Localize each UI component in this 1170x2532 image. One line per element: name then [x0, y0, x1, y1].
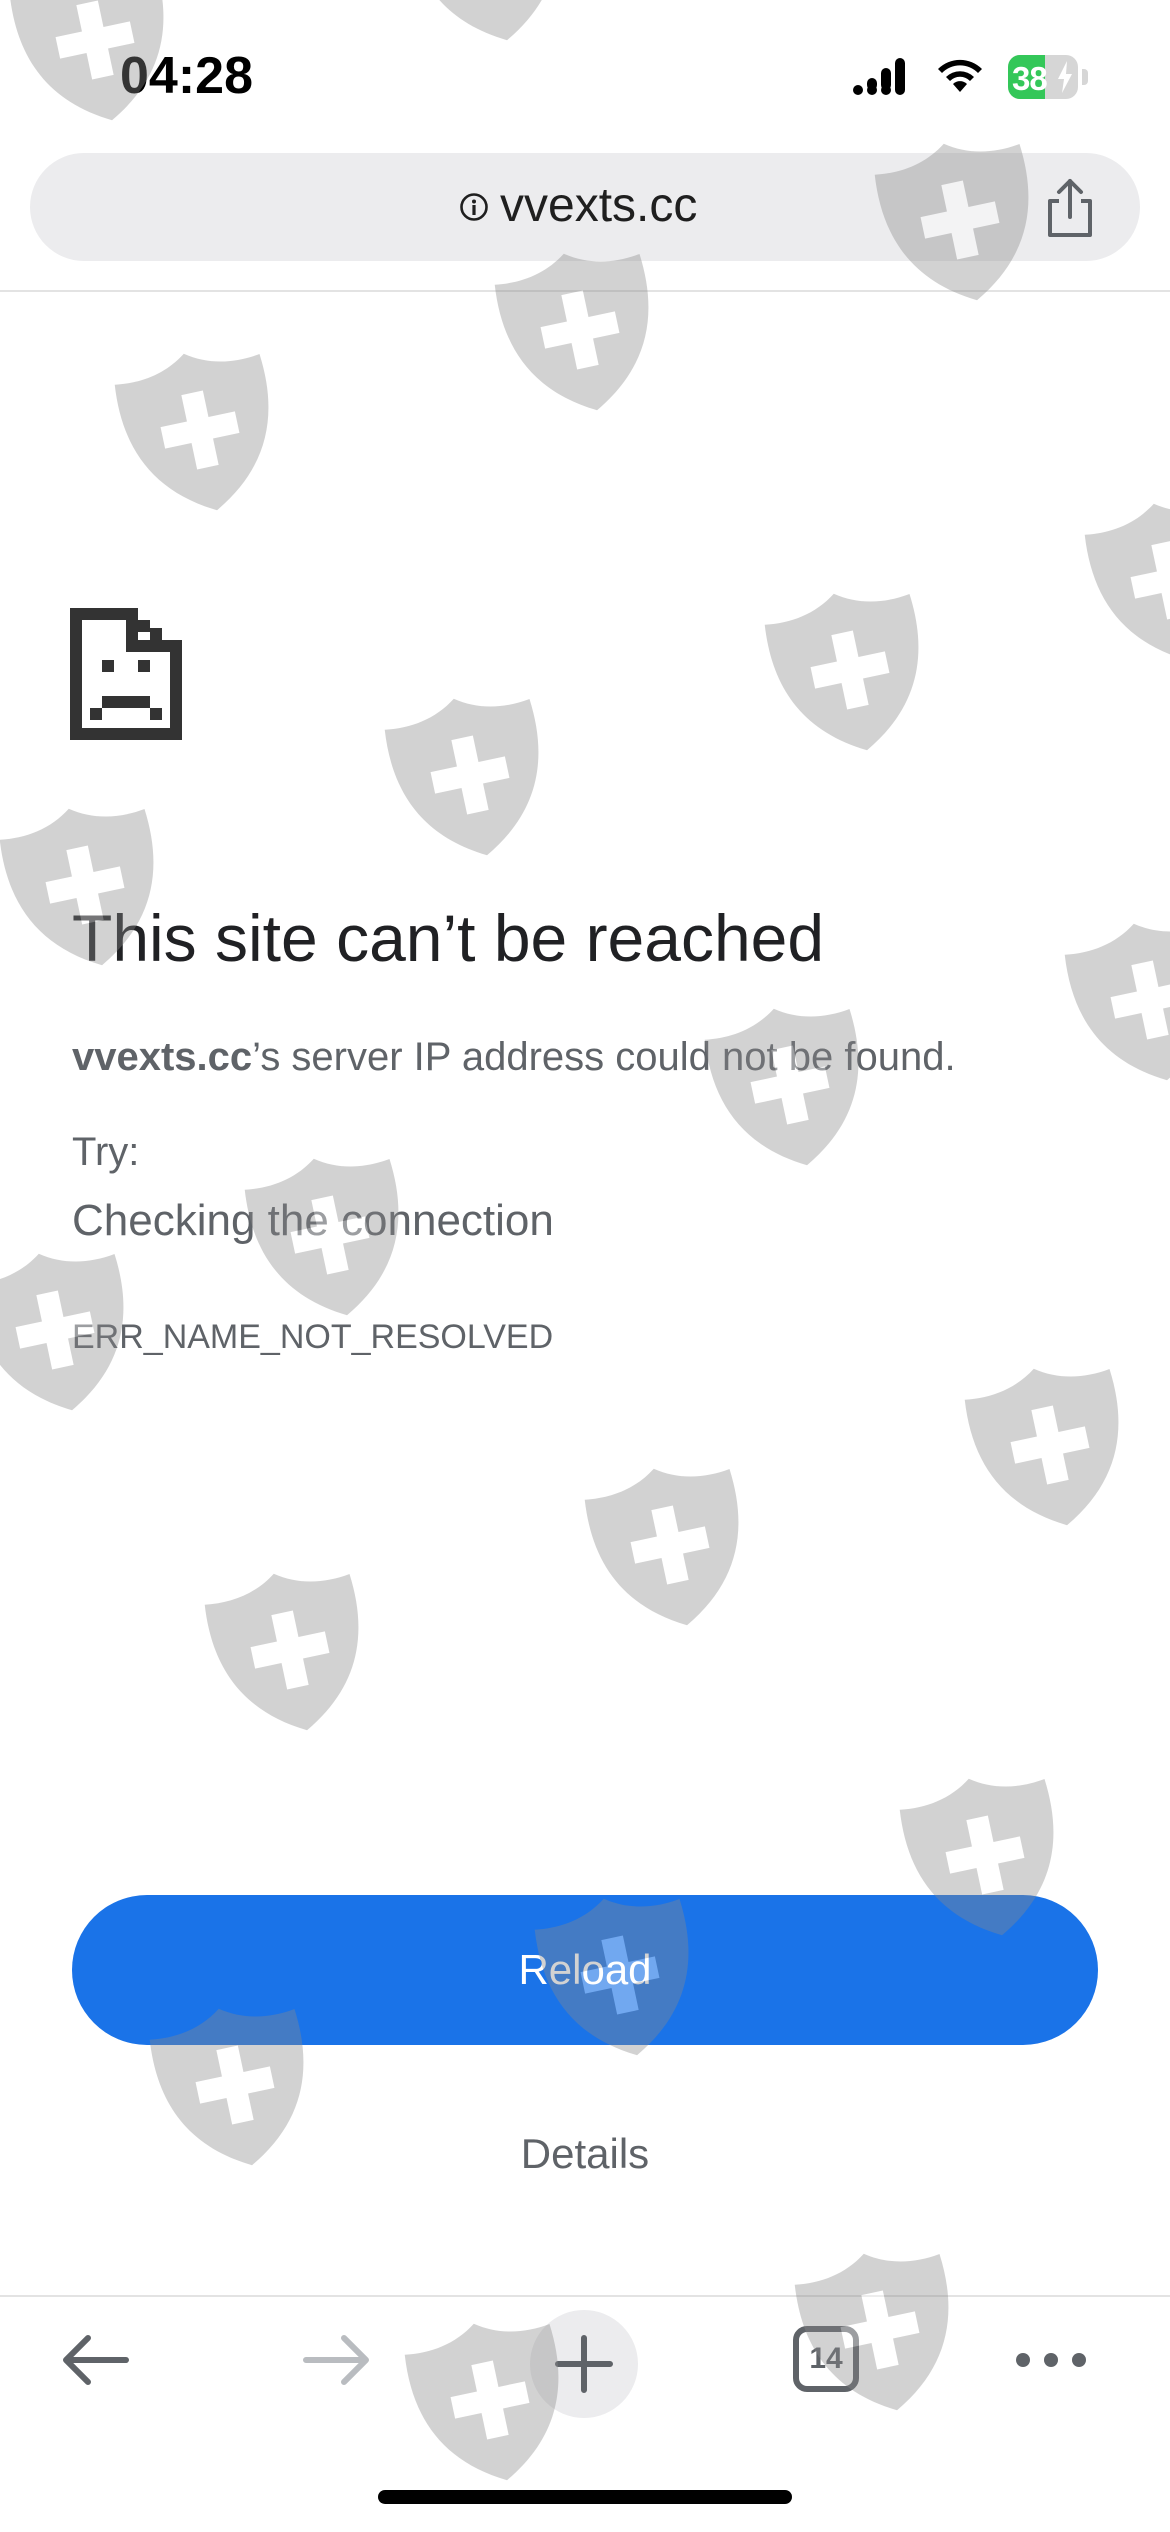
shield-plus-icon [114, 353, 269, 511]
toolbar-divider [0, 290, 1170, 292]
arrow-left-icon[interactable] [58, 2330, 132, 2390]
try-label: Try: [72, 1130, 140, 1174]
shield-plus-icon [404, 0, 559, 41]
shield-plus-icon [964, 1368, 1119, 1526]
shield-plus-icon [1084, 503, 1170, 661]
cellular-signal-icon [853, 58, 905, 95]
shield-plus-icon [764, 593, 919, 751]
error-code: ERR_NAME_NOT_RESOLVED [72, 1318, 554, 1356]
arrow-right-icon[interactable] [300, 2330, 374, 2390]
battery-percentage: 38 [1012, 60, 1048, 97]
browser-screen: 04:28 38 vvexts.cc This site can’t be re… [0, 0, 1170, 2532]
battery-nub [1082, 69, 1088, 85]
plus-icon [555, 2335, 613, 2393]
shield-plus-icon [704, 1008, 859, 1166]
shield-plus-icon [384, 698, 539, 856]
share-icon[interactable] [1040, 177, 1100, 241]
shield-plus-icon [494, 253, 649, 411]
error-description: vvexts.cc’s server IP address could not … [72, 1035, 956, 1080]
error-title: This site can’t be reached [72, 901, 825, 975]
status-time: 04:28 [120, 47, 253, 105]
error-host: vvexts.cc [72, 1035, 253, 1079]
reload-button[interactable]: Reload [72, 1895, 1098, 2045]
more-horizontal-icon[interactable] [1015, 2350, 1087, 2370]
new-tab-button[interactable] [530, 2310, 638, 2418]
shield-plus-icon [204, 1573, 359, 1731]
wifi-icon [938, 59, 982, 92]
charging-bolt-icon [1058, 61, 1072, 93]
error-description-text: ’s server IP address could not be found. [252, 1035, 956, 1079]
details-button[interactable]: Details [0, 2130, 1170, 2178]
shield-plus-icon [1064, 923, 1170, 1081]
suggestion-check-connection: Checking the connection [72, 1196, 554, 1245]
sad-document-icon [70, 608, 182, 740]
bottom-toolbar-divider [0, 2295, 1170, 2297]
info-icon[interactable] [459, 192, 489, 222]
url-text[interactable]: vvexts.cc [500, 178, 697, 233]
battery-icon: 38 [1008, 55, 1078, 99]
tab-switcher-button[interactable]: 14 [793, 2326, 859, 2392]
home-indicator [378, 2490, 792, 2504]
shield-plus-icon [584, 1468, 739, 1626]
